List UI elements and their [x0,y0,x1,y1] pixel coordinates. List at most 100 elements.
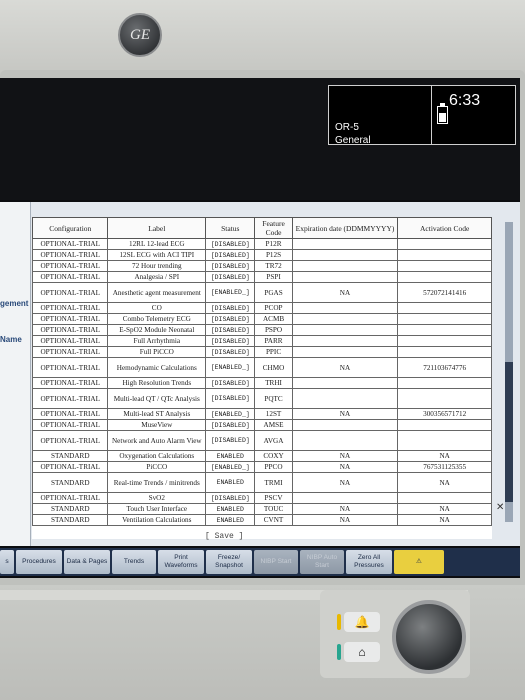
toolbar-button[interactable]: Trends [112,550,156,574]
table-row[interactable]: OPTIONAL-TRIAL Network and Auto Alarm Vie… [32,430,492,451]
cell-exp [291,430,399,451]
table-row[interactable]: OPTIONAL-TRIAL Combo Telemetry ECG [DISABL… [32,313,492,325]
cell-label: High Resolution Trends [107,377,207,389]
table-row[interactable]: OPTIONAL-TRIAL Hemodynamic Calculations [E… [32,357,492,378]
cell-label: Oxygenation Calculations [107,450,207,462]
toolbar-button[interactable]: NIBP Start [254,550,298,574]
cell-act [397,324,492,336]
cell-act [397,377,492,389]
table-row[interactable]: OPTIONAL-TRIAL 72 Hour trending [DISABLED]… [32,260,492,272]
toolbar-button[interactable]: Freeze/ Snapshot [206,550,252,574]
cell-status: [DISABLED] [205,388,256,409]
toolbar-button[interactable]: NIBP Auto Start [300,550,344,574]
table-row[interactable]: OPTIONAL-TRIAL Analgesia / SPI [DISABLED] P… [32,271,492,283]
cell-code: PARR [254,335,293,347]
toolbar-button[interactable]: s [0,550,14,574]
column-header: Status [205,217,256,239]
status-pill[interactable]: OR-5 General 6:33 [328,85,516,146]
table-row[interactable]: OPTIONAL-TRIAL Full Arrhythmia [DISABLED] P… [32,335,492,347]
table-row[interactable]: OPTIONAL-TRIAL E-SpO2 Module Neonatal [DIS… [32,324,492,336]
close-icon[interactable]: ✕ [496,502,504,513]
cell-status: [ENABLED_] [205,357,256,378]
table-row[interactable]: OPTIONAL-TRIAL Multi-lead ST Analysis [ENA… [32,408,492,420]
alarm-silence-key[interactable]: 🔔 [337,612,380,632]
toolbar-button-label: Trends [123,558,145,565]
ge-logo: GE [118,13,162,57]
table-row[interactable]: STANDARD Ventilation Calculations ENABLED C… [32,514,492,526]
cell-cfg: OPTIONAL-TRIAL [32,282,109,303]
cell-exp [291,324,399,336]
room-label: OR-5 [335,122,359,133]
table-row[interactable]: OPTIONAL-TRIAL MuseView [DISABLED] AMSE [32,419,492,431]
cell-act: 721103674776 [397,357,492,378]
table-row[interactable]: OPTIONAL-TRIAL Full PiCCO [DISABLED] PPIC [32,346,492,358]
bottom-toolbar: s Procedures Data & Pages Trends Print Wavef… [0,548,520,576]
feature-table: Configuration Label Status Feature Code Expi… [32,217,492,539]
alarm-led-teal [337,644,341,660]
cell-code: CHMO [254,357,293,378]
toolbar-button[interactable]: Procedures [16,550,62,574]
cell-cfg: OPTIONAL-TRIAL [32,238,109,250]
table-row[interactable]: STANDARD Touch User Interface ENABLED TOUC N… [32,503,492,515]
cell-code: PCOP [254,302,293,314]
table-row[interactable]: OPTIONAL-TRIAL High Resolution Trends [DIS… [32,377,492,389]
cell-exp: NA [291,461,399,473]
cell-exp [291,335,399,347]
table-row[interactable]: STANDARD Real-time Trends / minitrends ENA… [32,472,492,493]
cell-act [397,335,492,347]
cell-cfg: OPTIONAL-TRIAL [32,492,109,504]
save-button[interactable]: [ Save ] [205,532,243,541]
cell-status: [ENABLED_] [205,282,256,303]
table-row[interactable]: OPTIONAL-TRIAL 12RL 12-lead ECG [DISABLED]… [32,238,492,250]
cell-label: Full PiCCO [107,346,207,358]
cell-cfg: OPTIONAL-TRIAL [32,388,109,409]
cell-status: [DISABLED] [205,238,256,250]
cell-exp: NA [291,450,399,462]
feature-options-dialog: gement Name Configuration Label Status Feat… [0,202,520,546]
toolbar-button[interactable]: Zero All Pressures [346,550,392,574]
cell-label: MuseView [107,419,207,431]
scrollbar[interactable] [505,222,513,522]
table-row[interactable]: OPTIONAL-TRIAL PiCCO [ENABLED_] PPCO NA 76753… [32,461,492,473]
table-row[interactable]: OPTIONAL-TRIAL SvO2 [DISABLED] PSCV [32,492,492,504]
home-key[interactable]: ⌂ [337,642,380,662]
table-row[interactable]: OPTIONAL-TRIAL 12SL ECG with ACI TIPI [DIS… [32,249,492,261]
monitor-top-bezel [0,0,525,80]
cell-status: [DISABLED] [205,271,256,283]
cell-code: COXY [254,450,293,462]
cell-exp [291,302,399,314]
cell-code: PSPI [254,271,293,283]
cell-code: CVNT [254,514,293,526]
toolbar-button[interactable]: Data & Pages [64,550,110,574]
cell-label: 72 Hour trending [107,260,207,272]
table-row[interactable]: OPTIONAL-TRIAL CO [DISABLED] PCOP [32,302,492,314]
cell-cfg: OPTIONAL-TRIAL [32,419,109,431]
cell-act [397,271,492,283]
trim-knob[interactable] [392,600,466,674]
cell-label: Real-time Trends / minitrends [107,472,207,493]
ge-logo-text: GE [130,26,150,43]
table-row[interactable]: OPTIONAL-TRIAL Anesthetic agent measureme… [32,282,492,303]
cell-exp [291,260,399,272]
table-header-row: Configuration Label Status Feature Code Expi… [32,217,492,239]
cell-label: Anesthetic agent measurement [107,282,207,303]
bell-icon: 🔔 [354,615,370,629]
cell-exp [291,388,399,409]
side-menu-name[interactable]: Name [0,335,22,344]
cell-status: ENABLED [205,450,256,462]
scrollbar-thumb[interactable] [505,362,513,502]
toolbar-button-label: Zero All Pressures [354,554,384,569]
table-row[interactable]: OPTIONAL-TRIAL Multi-lead QT / QTc Analys… [32,388,492,409]
cell-status: [DISABLED] [205,492,256,504]
cell-code: PQTC [254,388,293,409]
alarm-setup-button[interactable]: ⚠ [394,550,444,574]
cell-status: ENABLED [205,514,256,526]
cell-code: AMSE [254,419,293,431]
toolbar-button[interactable]: Print Waveforms [158,550,204,574]
cell-status: [DISABLED] [205,377,256,389]
toolbar-button-label: NIBP Auto Start [306,554,338,569]
side-menu-management[interactable]: gement [0,299,28,308]
table-row[interactable]: STANDARD Oxygenation Calculations ENABLED C… [32,450,492,462]
column-header: Label [107,217,207,239]
toolbar-button-label: Print Waveforms [164,554,198,569]
